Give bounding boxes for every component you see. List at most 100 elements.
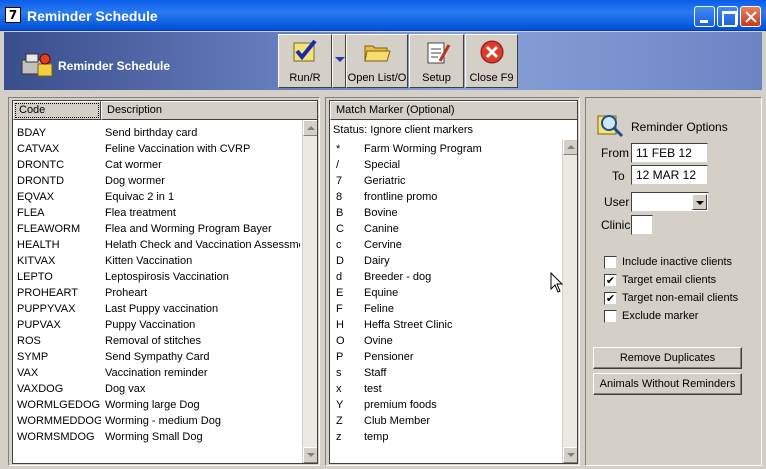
marker-key[interactable]: C	[336, 221, 356, 237]
marker-label[interactable]: Club Member	[364, 413, 559, 429]
scroll-down-icon[interactable]	[303, 447, 317, 463]
marker-label[interactable]: Bovine	[364, 205, 559, 221]
marker-label[interactable]: test	[364, 381, 559, 397]
marker-label[interactable]: Pensioner	[364, 349, 559, 365]
user-select[interactable]	[631, 192, 709, 212]
description-cell[interactable]: Flea and Worming Program Bayer	[105, 221, 300, 237]
setup-button[interactable]: Setup	[409, 34, 464, 88]
to-date-field[interactable]: 12 MAR 12	[631, 165, 708, 185]
marker-label[interactable]: Breeder - dog	[364, 269, 559, 285]
marker-key[interactable]: 7	[336, 173, 356, 189]
code-cell[interactable]: DRONTC	[17, 157, 101, 173]
marker-key[interactable]: E	[336, 285, 356, 301]
close-button[interactable]: Close F9	[465, 34, 518, 88]
marker-key[interactable]: x	[336, 381, 356, 397]
open-list-button[interactable]: Open List/O	[346, 34, 408, 88]
marker-label[interactable]: Ovine	[364, 333, 559, 349]
marker-label[interactable]: Heffa Street Clinic	[364, 317, 559, 333]
marker-key[interactable]: 8	[336, 189, 356, 205]
marker-key[interactable]: c	[336, 237, 356, 253]
codes-list[interactable]: Code Description BDAY Send birthday card C…	[12, 100, 318, 464]
from-date-field[interactable]: 11 FEB 12	[631, 143, 708, 163]
description-cell[interactable]: Puppy Vaccination	[105, 317, 300, 333]
option-checkbox-label[interactable]: Target email clients	[622, 274, 716, 286]
option-checkbox-label[interactable]: Include inactive clients	[622, 256, 732, 268]
marker-key[interactable]: z	[336, 429, 356, 445]
description-cell[interactable]: Feline Vaccination with CVRP	[105, 141, 300, 157]
marker-key[interactable]: Y	[336, 397, 356, 413]
code-cell[interactable]: KITVAX	[17, 253, 101, 269]
close-window-button[interactable]	[740, 6, 761, 27]
scroll-up-icon[interactable]	[563, 139, 577, 155]
code-cell[interactable]: HEALTH	[17, 237, 101, 253]
description-cell[interactable]: Removal of stitches	[105, 333, 300, 349]
marker-key[interactable]: s	[336, 365, 356, 381]
marker-label[interactable]: Staff	[364, 365, 559, 381]
marker-label[interactable]: Cervine	[364, 237, 559, 253]
description-cell[interactable]: Worming large Dog	[105, 397, 300, 413]
marker-label[interactable]: Special	[364, 157, 559, 173]
marker-key[interactable]: Z	[336, 413, 356, 429]
description-column-header[interactable]: Description	[101, 101, 317, 120]
description-cell[interactable]: Worming Small Dog	[105, 429, 300, 445]
code-cell[interactable]: FLEA	[17, 205, 101, 221]
code-cell[interactable]: PUPVAX	[17, 317, 101, 333]
minimize-button[interactable]	[694, 6, 715, 27]
code-cell[interactable]: ROS	[17, 333, 101, 349]
description-cell[interactable]: Last Puppy vaccination	[105, 301, 300, 317]
code-cell[interactable]: VAXDOG	[17, 381, 101, 397]
marker-label[interactable]: Equine	[364, 285, 559, 301]
code-cell[interactable]: CATVAX	[17, 141, 101, 157]
app-icon[interactable]: 7	[5, 7, 21, 23]
marker-key[interactable]: P	[336, 349, 356, 365]
code-cell[interactable]: WORMSMDOG	[17, 429, 101, 445]
code-cell[interactable]: WORMMEDDOG	[17, 413, 101, 429]
description-cell[interactable]: Send birthday card	[105, 125, 300, 141]
marker-label[interactable]: frontline promo	[364, 189, 559, 205]
scroll-down-icon[interactable]	[563, 447, 577, 463]
code-cell[interactable]: DRONTD	[17, 173, 101, 189]
code-column-header[interactable]: Code	[13, 101, 101, 120]
maximize-button[interactable]	[717, 6, 738, 27]
description-cell[interactable]: Dog vax	[105, 381, 300, 397]
marker-label[interactable]: premium foods	[364, 397, 559, 413]
description-cell[interactable]: Equivac 2 in 1	[105, 189, 300, 205]
marker-label[interactable]: Farm Worming Program	[364, 141, 559, 157]
codes-scrollbar[interactable]	[302, 120, 317, 463]
option-checkbox-label[interactable]: Target non-email clients	[622, 292, 738, 304]
title-bar[interactable]: 7 Reminder Schedule	[0, 0, 766, 31]
description-cell[interactable]: Dog wormer	[105, 173, 300, 189]
scroll-up-icon[interactable]	[303, 120, 317, 136]
marker-label[interactable]: Geriatric	[364, 173, 559, 189]
marker-label[interactable]: Feline	[364, 301, 559, 317]
description-cell[interactable]: Kitten Vaccination	[105, 253, 300, 269]
marker-label[interactable]: temp	[364, 429, 559, 445]
marker-key[interactable]: B	[336, 205, 356, 221]
remove-duplicates-button[interactable]: Remove Duplicates	[593, 347, 742, 369]
code-cell[interactable]: FLEAWORM	[17, 221, 101, 237]
code-cell[interactable]: LEPTO	[17, 269, 101, 285]
marker-key[interactable]: F	[336, 301, 356, 317]
marker-key[interactable]: *	[336, 141, 356, 157]
marker-key[interactable]: d	[336, 269, 356, 285]
marker-key[interactable]: O	[336, 333, 356, 349]
option-checkbox[interactable]: ✔	[604, 274, 617, 287]
clinic-field[interactable]	[631, 215, 653, 235]
option-checkbox[interactable]	[604, 310, 617, 323]
marker-label[interactable]: Dairy	[364, 253, 559, 269]
code-cell[interactable]: PUPPYVAX	[17, 301, 101, 317]
marker-key[interactable]: /	[336, 157, 356, 173]
option-checkbox-label[interactable]: Exclude marker	[622, 310, 698, 322]
run-dropdown-button[interactable]	[332, 34, 346, 88]
description-cell[interactable]: Proheart	[105, 285, 300, 301]
animals-without-reminders-button[interactable]: Animals Without Reminders	[593, 373, 742, 395]
match-marker-header[interactable]: Match Marker (Optional)	[330, 101, 577, 120]
code-cell[interactable]: VAX	[17, 365, 101, 381]
run-button[interactable]: Run/R	[278, 34, 332, 88]
option-checkbox[interactable]	[604, 256, 617, 269]
code-cell[interactable]: EQVAX	[17, 189, 101, 205]
code-cell[interactable]: SYMP	[17, 349, 101, 365]
marker-list[interactable]: Match Marker (Optional) Status: Ignore c…	[329, 100, 578, 464]
description-cell[interactable]: Leptospirosis Vaccination	[105, 269, 300, 285]
marker-label[interactable]: Canine	[364, 221, 559, 237]
